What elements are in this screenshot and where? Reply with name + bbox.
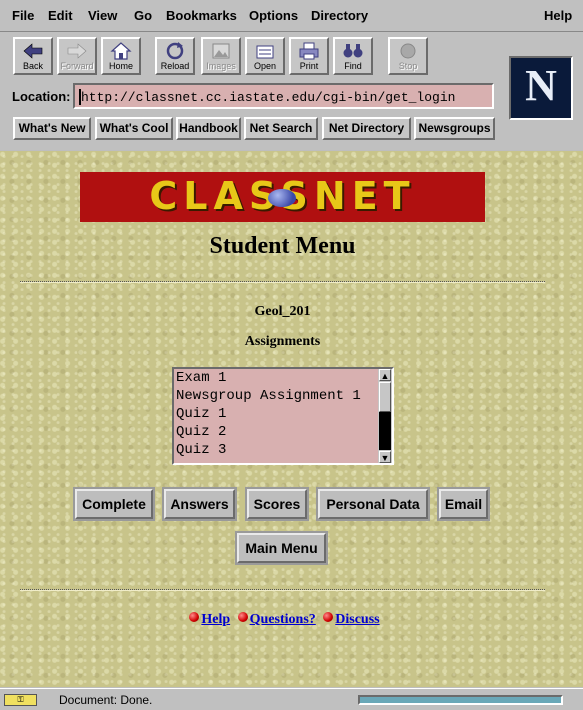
net-directory-button[interactable]: Net Directory [322,117,411,140]
complete-button[interactable]: Complete [73,487,155,521]
divider-bottom [20,589,545,591]
list-item[interactable]: Exam 1 [174,369,392,387]
bullet-icon [323,612,334,622]
assignments-listbox[interactable]: Exam 1 Newsgroup Assignment 1 Quiz 1 Qui… [172,367,394,465]
images-label: Images [206,61,236,71]
location-url: http://classnet.cc.iastate.edu/cgi-bin/g… [81,90,456,105]
email-button[interactable]: Email [437,487,490,521]
answers-button[interactable]: Answers [162,487,237,521]
status-bar: ⚿ Document: Done. [0,688,583,710]
whats-new-button[interactable]: What's New [13,117,91,140]
back-label: Back [22,61,43,71]
find-button[interactable]: Find [333,37,373,75]
footer-links: Help Questions? Discuss [0,612,565,628]
menu-go[interactable]: Go [134,8,152,23]
section-heading: Assignments [244,334,321,349]
find-label: Find [344,61,362,71]
list-item[interactable]: Quiz 1 [174,405,392,423]
stop-label: Stop [398,61,418,71]
scores-button[interactable]: Scores [245,487,309,521]
menu-bar: File Edit View Go Bookmarks Options Dire… [0,0,583,32]
bullet-icon [237,612,248,622]
print-button[interactable]: Print [289,37,329,75]
forward-arrow-icon [67,43,87,59]
page-title: Student Menu [209,233,356,259]
open-button[interactable]: Open [245,37,285,75]
course-name: Geol_201 [254,304,311,319]
binoculars-icon [343,44,363,58]
page-content: CLASSNET Student Menu Geol_201 Assignmen… [0,151,583,687]
menu-help[interactable]: Help [544,8,572,23]
list-item[interactable]: Newsgroup Assignment 1 [174,387,392,405]
scroll-thumb[interactable] [379,382,391,412]
menu-bookmarks[interactable]: Bookmarks [166,8,237,23]
netscape-logo-letter: N [525,61,557,110]
netscape-logo[interactable]: N [509,56,573,120]
open-label: Open [253,61,277,71]
back-arrow-icon [23,43,43,59]
home-icon [110,42,132,60]
reload-label: Reload [160,61,190,71]
home-label: Home [108,61,133,71]
main-menu-button[interactable]: Main Menu [235,531,328,565]
bullet-icon [189,612,200,622]
status-text: Document: Done. [59,693,153,707]
forward-button[interactable]: Forward [57,37,97,75]
stop-icon [400,43,416,59]
list-scrollbar[interactable]: ▲ ▼ [378,369,392,463]
scroll-up-icon[interactable]: ▲ [379,369,391,381]
handbook-button[interactable]: Handbook [176,117,241,140]
discuss-link[interactable]: Discuss [335,612,379,627]
security-key-icon[interactable]: ⚿ [4,694,37,706]
classnet-banner: CLASSNET [80,172,485,222]
forward-label: Forward [60,61,94,71]
back-button[interactable]: Back [13,37,53,75]
printer-icon [299,42,319,60]
scroll-trough[interactable] [379,412,391,450]
divider-top [20,281,545,283]
home-button[interactable]: Home [101,37,141,75]
help-link[interactable]: Help [201,612,230,627]
text-caret [79,89,81,105]
open-icon [256,45,274,59]
location-label: Location: [12,89,71,104]
images-icon [212,43,230,59]
location-field[interactable]: http://classnet.cc.iastate.edu/cgi-bin/g… [73,83,494,109]
globe-icon [268,189,296,207]
list-item[interactable]: Quiz 2 [174,423,392,441]
progress-bar [358,695,563,705]
menu-view[interactable]: View [88,8,117,23]
stop-button[interactable]: Stop [388,37,428,75]
net-search-button[interactable]: Net Search [244,117,318,140]
reload-icon [166,42,184,60]
whats-cool-button[interactable]: What's Cool [95,117,173,140]
questions-link[interactable]: Questions? [250,612,316,627]
list-item[interactable]: Quiz 3 [174,441,392,459]
menu-edit[interactable]: Edit [48,8,73,23]
print-label: Print [299,61,319,71]
newsgroups-button[interactable]: Newsgroups [414,117,495,140]
scroll-down-icon[interactable]: ▼ [379,451,391,463]
images-button[interactable]: Images [201,37,241,75]
reload-button[interactable]: Reload [155,37,195,75]
menu-file[interactable]: File [12,8,34,23]
toolbar: Back Forward Home Reload Images Open Pri… [0,32,583,150]
menu-directory[interactable]: Directory [311,8,368,23]
personal-data-button[interactable]: Personal Data [316,487,430,521]
menu-options[interactable]: Options [249,8,298,23]
